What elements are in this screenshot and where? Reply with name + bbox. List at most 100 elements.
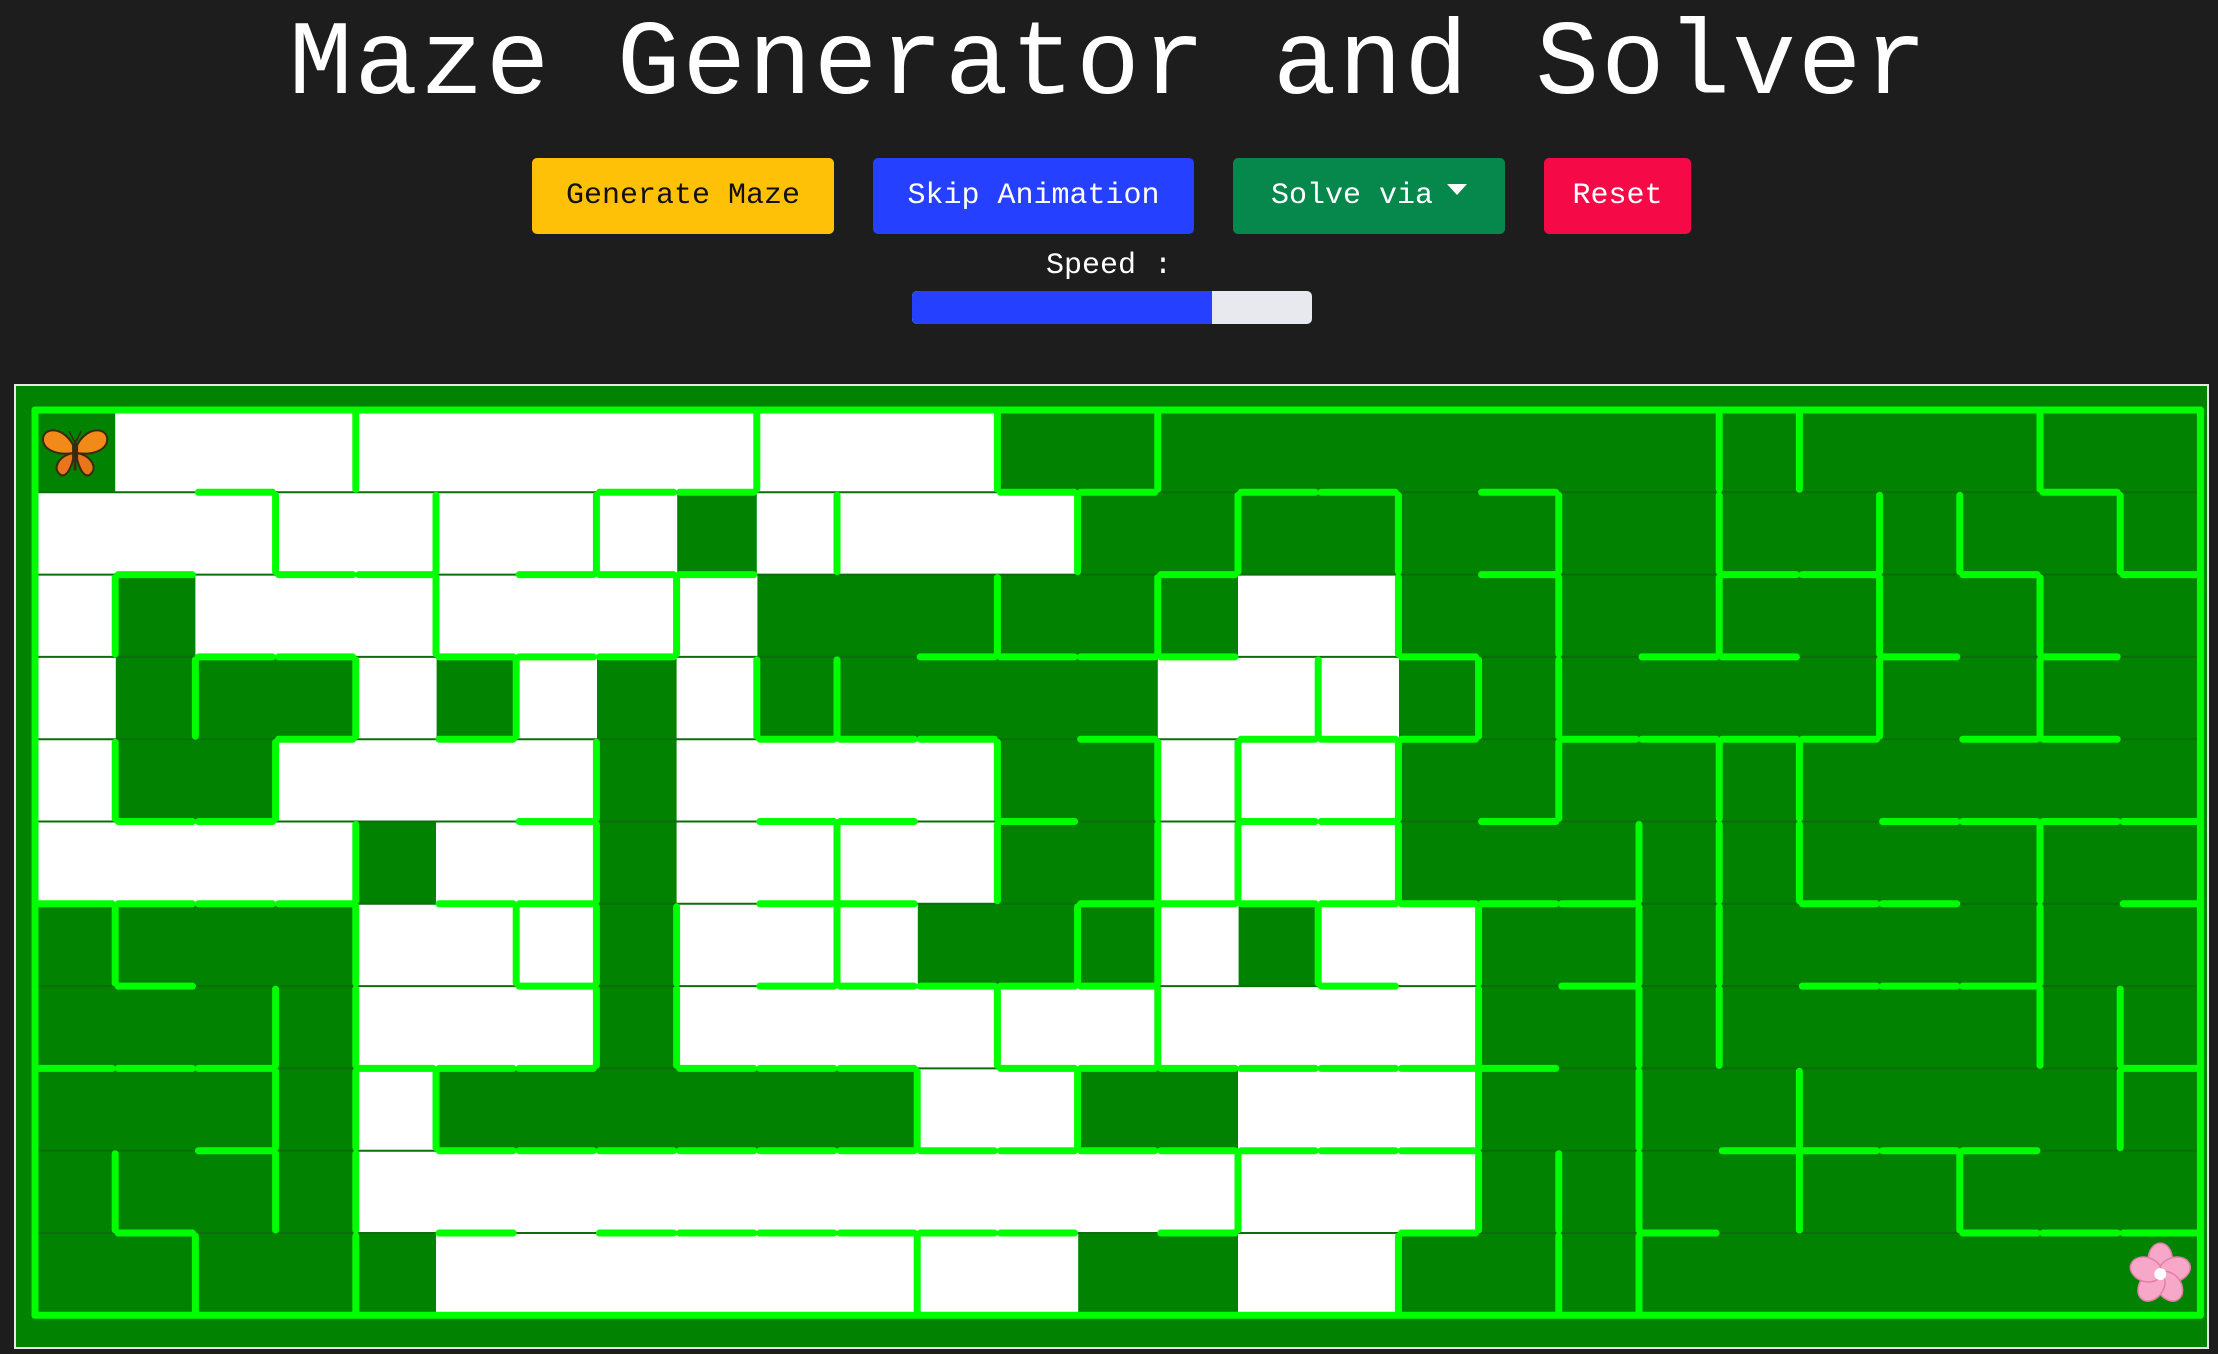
visited-cell xyxy=(516,656,597,740)
visited-cell xyxy=(1398,986,1480,1069)
reset-button[interactable]: Reset xyxy=(1544,158,1691,234)
butterfly-icon xyxy=(42,429,109,477)
visited-cell xyxy=(275,739,357,823)
visited-cell xyxy=(275,821,357,905)
maze-canvas[interactable] xyxy=(16,386,2207,1347)
butterfly-wing xyxy=(55,451,75,477)
visited-cell xyxy=(596,410,678,493)
visited-cell xyxy=(917,1068,998,1152)
visited-cell xyxy=(676,574,758,658)
visited-cell xyxy=(1157,821,1239,905)
visited-cell xyxy=(1157,986,1239,1069)
visited-cell xyxy=(917,821,998,905)
visited-cell xyxy=(355,986,437,1069)
visited-cell xyxy=(195,492,277,576)
visited-cell xyxy=(1157,739,1239,823)
visited-cell xyxy=(1157,656,1239,740)
visited-cell xyxy=(756,739,838,823)
cherry-blossom-icon xyxy=(2129,1242,2191,1302)
visited-cell xyxy=(115,821,196,905)
caret-down-icon xyxy=(1447,183,1468,195)
visited-cell xyxy=(837,1150,918,1234)
visited-cell xyxy=(1318,1150,1399,1234)
visited-cell xyxy=(1318,1233,1399,1316)
visited-cell xyxy=(596,574,678,658)
solve-via-dropdown[interactable]: Solve via xyxy=(1233,158,1505,234)
visited-cell xyxy=(516,821,597,905)
visited-cell xyxy=(436,410,517,493)
visited-cell xyxy=(436,821,517,905)
visited-cell xyxy=(1318,574,1399,658)
speed-slider[interactable] xyxy=(912,291,1312,324)
visited-cell xyxy=(756,986,838,1069)
visited-cell xyxy=(436,903,517,987)
visited-cell xyxy=(355,410,437,493)
visited-cell xyxy=(35,656,116,740)
skip-animation-button[interactable]: Skip Animation xyxy=(873,158,1194,234)
solve-via-label: Solve via xyxy=(1270,179,1434,213)
visited-cell xyxy=(917,492,998,576)
visited-cell xyxy=(436,739,517,823)
visited-cell xyxy=(115,410,196,493)
visited-cell xyxy=(516,1233,597,1316)
visited-cell xyxy=(1238,986,1319,1069)
visited-cell xyxy=(1318,656,1399,740)
visited-cell xyxy=(355,739,437,823)
visited-cell xyxy=(195,821,277,905)
visited-cell xyxy=(756,1233,838,1316)
visited-cell xyxy=(596,1233,678,1316)
speed-label: Speed : xyxy=(1045,249,1173,283)
visited-cell xyxy=(917,1233,998,1316)
visited-cell xyxy=(275,410,357,493)
visited-cell xyxy=(1157,1150,1239,1234)
visited-cell xyxy=(676,739,758,823)
visited-cell xyxy=(516,903,597,987)
visited-cell xyxy=(436,492,517,576)
visited-cell xyxy=(596,492,678,576)
visited-cell xyxy=(516,1150,597,1234)
speed-slider-fill xyxy=(912,291,1212,324)
visited-cell xyxy=(676,1150,758,1234)
visited-cell xyxy=(1238,1150,1319,1234)
visited-cell xyxy=(35,821,116,905)
butterfly-wing xyxy=(42,429,75,455)
visited-cell xyxy=(1238,1233,1319,1316)
maze-grid[interactable] xyxy=(14,384,2209,1349)
visited-cell xyxy=(1318,739,1399,823)
visited-cell xyxy=(1238,1068,1319,1152)
visited-cell xyxy=(676,903,758,987)
visited-cell xyxy=(516,410,597,493)
visited-cell xyxy=(1157,903,1239,987)
visited-cell xyxy=(756,903,838,987)
visited-cell xyxy=(275,492,357,576)
visited-cell xyxy=(1077,1150,1159,1234)
visited-cell xyxy=(1318,986,1399,1069)
visited-cell xyxy=(436,1233,517,1316)
butterfly-wing xyxy=(76,451,95,477)
visited-cell xyxy=(676,1233,758,1316)
visited-cell xyxy=(35,739,116,823)
visited-cell xyxy=(997,1150,1079,1234)
generate-maze-button[interactable]: Generate Maze xyxy=(532,158,834,234)
visited-cell xyxy=(195,574,277,658)
visited-cell xyxy=(837,821,918,905)
visited-cell xyxy=(1398,1150,1480,1234)
visited-cell xyxy=(355,574,437,658)
visited-cell xyxy=(35,574,116,658)
visited-cell xyxy=(756,821,838,905)
visited-cell xyxy=(1318,903,1399,987)
visited-cell xyxy=(35,492,116,576)
visited-cell xyxy=(997,1068,1079,1152)
visited-cell xyxy=(676,410,758,493)
visited-cell xyxy=(195,410,277,493)
visited-cell xyxy=(1238,574,1319,658)
visited-cell xyxy=(837,410,918,493)
visited-cell xyxy=(756,492,838,576)
visited-cell xyxy=(436,986,517,1069)
visited-cell xyxy=(837,492,918,576)
visited-cell xyxy=(115,492,196,576)
visited-cell xyxy=(436,1150,517,1234)
visited-cell xyxy=(1318,821,1399,905)
visited-cell xyxy=(997,492,1079,576)
visited-cell xyxy=(516,739,597,823)
